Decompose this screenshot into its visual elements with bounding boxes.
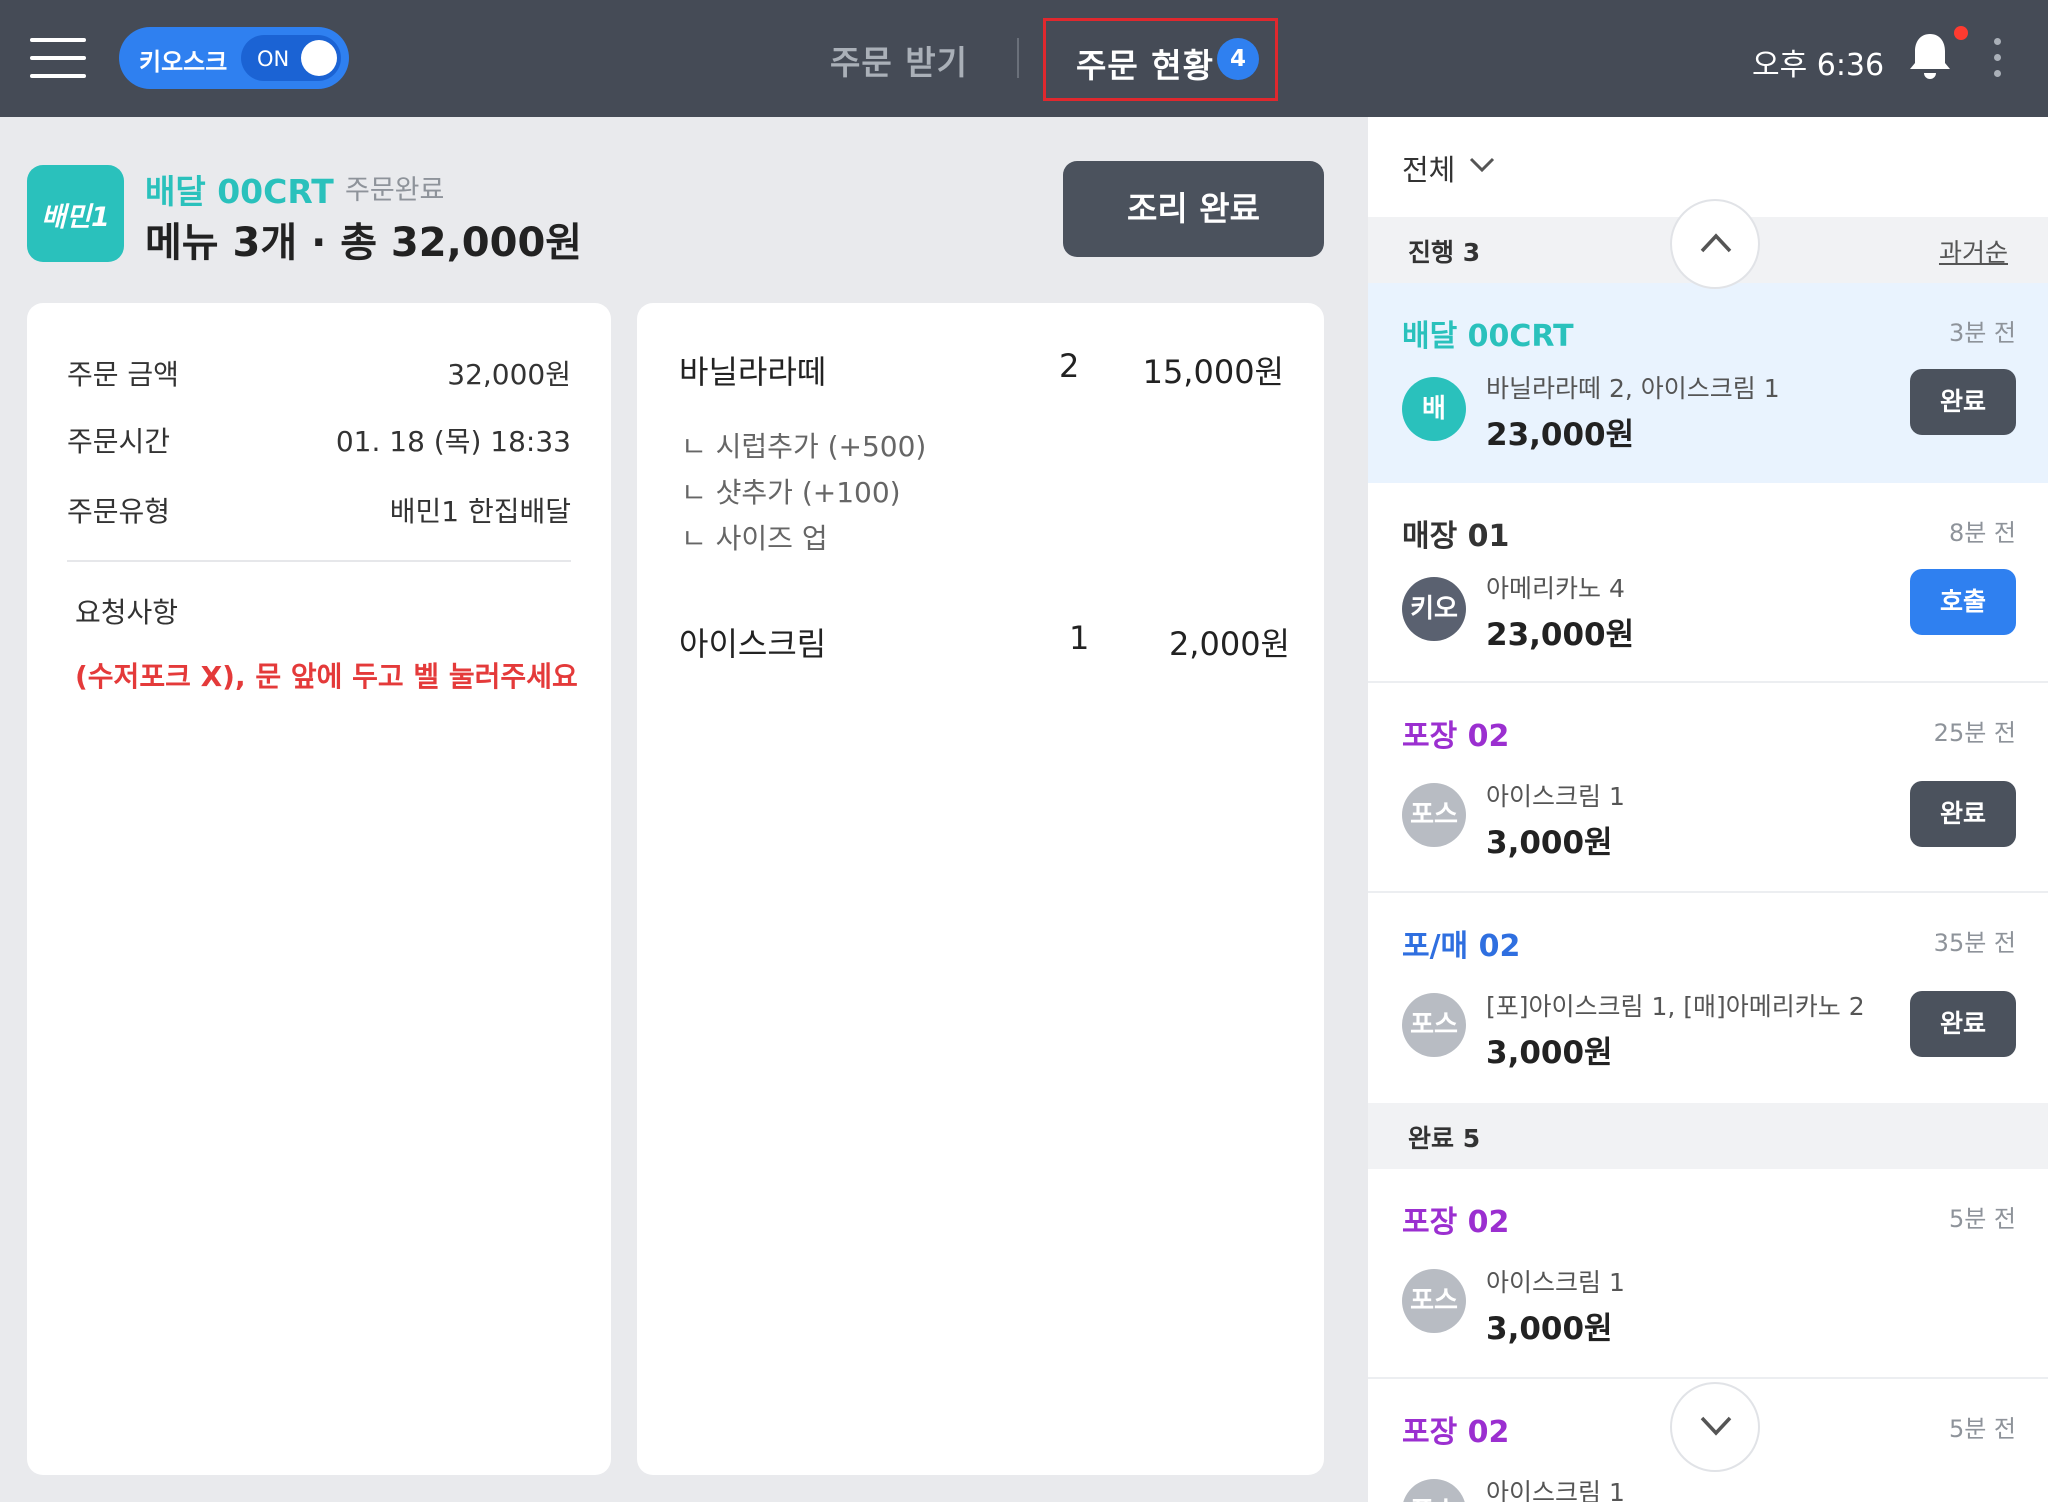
item-title: 포장 02 <box>1402 719 1510 754</box>
item-title: 배달 00CRT <box>1402 319 1574 354</box>
info-row-amount: 주문 금액 32,000원 <box>67 353 571 393</box>
item-time: 3분 전 <box>1948 319 2016 347</box>
order-type-title: 배달 00CRT <box>145 172 334 211</box>
item-time: 25분 전 <box>1933 719 2016 747</box>
switch-knob <box>301 40 337 76</box>
item-menu: [포]아이스크림 1, [매]아메리카노 2 <box>1486 992 1865 1021</box>
avatar: 키오 <box>1402 577 1466 641</box>
item-menu: 아이스크림 1 <box>1486 782 1625 811</box>
top-bar: 키오스크 ON 주문 받기 주문 현황 4 오후 6:36 <box>0 0 2048 117</box>
kind-value: 배민1 한집배달 <box>389 495 571 528</box>
hamburger-icon[interactable] <box>30 38 86 78</box>
info-row-kind: 주문유형 배민1 한집배달 <box>67 490 571 530</box>
tab-order-status[interactable]: 주문 현황 4 <box>1043 18 1278 101</box>
time-label: 주문시간 <box>67 425 171 458</box>
kind-label: 주문유형 <box>67 495 171 528</box>
baemin-logo: 배민1 <box>27 165 124 262</box>
item-menu: 아이스크림 1 <box>1486 1478 1625 1502</box>
complete-button[interactable]: 완료 <box>1910 781 2016 847</box>
amount-label: 주문 금액 <box>67 358 179 391</box>
kiosk-switch-state: ON <box>257 47 290 71</box>
menu-item-name: 바닐라라떼 <box>679 353 827 391</box>
order-info-card: 주문 금액 32,000원 주문시간 01. 18 (목) 18:33 주문유형… <box>27 303 611 1475</box>
menu-option: ㄴ 사이즈 업 <box>681 522 828 555</box>
filter-dropdown[interactable]: 전체 <box>1402 147 1455 189</box>
divider <box>67 560 571 562</box>
item-title: 포장 02 <box>1402 1415 1510 1450</box>
order-state: 주문완료 <box>345 175 445 206</box>
avatar: 포스 <box>1402 1269 1466 1333</box>
item-price: 23,000원 <box>1486 417 1635 453</box>
list-item[interactable]: 배달 00CRT 3분 전 배 바닐라라떼 2, 아이스크림 1 23,000원… <box>1368 283 2048 483</box>
chevron-down-icon <box>1700 1416 1732 1436</box>
sort-past-link[interactable]: 과거순 <box>1939 233 2008 269</box>
item-time: 5분 전 <box>1948 1415 2016 1443</box>
done-label: 완료 5 <box>1408 1124 1481 1153</box>
menu-item-qty: 1 <box>1069 619 1090 657</box>
item-time: 8분 전 <box>1948 519 2016 547</box>
order-list-panel: 전체 진행 3 과거순 배달 00CRT 3분 전 배 바닐라라떼 2, 아이스… <box>1368 117 2048 1502</box>
request-text: (수저포크 X), 문 앞에 두고 벨 눌러주세요 <box>75 660 578 693</box>
item-title: 매장 01 <box>1402 519 1510 554</box>
order-count-badge: 4 <box>1217 38 1259 80</box>
complete-button[interactable]: 완료 <box>1910 991 2016 1057</box>
avatar: 배 <box>1402 377 1466 441</box>
menu-option: ㄴ 시럽추가 (+500) <box>681 430 927 463</box>
item-price: 3,000원 <box>1486 825 1613 861</box>
item-menu: 아메리카노 4 <box>1486 574 1625 603</box>
item-time: 5분 전 <box>1948 1205 2016 1233</box>
list-item[interactable]: 포장 02 25분 전 포스 아이스크림 1 3,000원 완료 <box>1368 683 2048 893</box>
avatar: 포스 <box>1402 1479 1466 1502</box>
clock: 오후 6:36 <box>1752 48 1885 83</box>
baemin-logo-text: 배민1 <box>41 202 110 233</box>
order-summary: 메뉴 3개 · 총 32,000원 <box>145 220 583 266</box>
more-vertical-icon[interactable] <box>1994 38 2002 78</box>
request-label: 요청사항 <box>75 596 179 629</box>
scroll-down-button[interactable] <box>1670 1382 1760 1472</box>
list-item[interactable]: 매장 01 8분 전 키오 아메리카노 4 23,000원 호출 <box>1368 483 2048 683</box>
tab-divider <box>1017 38 1019 78</box>
tab-order-receive[interactable]: 주문 받기 <box>830 36 968 84</box>
notification-dot <box>1954 26 1968 40</box>
amount-value: 32,000원 <box>447 358 571 391</box>
menu-item-price: 2,000원 <box>1168 625 1290 663</box>
item-price: 3,000원 <box>1486 1035 1613 1071</box>
scroll-up-button[interactable] <box>1670 199 1760 289</box>
cook-done-button[interactable]: 조리 완료 <box>1063 161 1324 257</box>
kiosk-label: 키오스크 <box>139 48 228 76</box>
in-progress-label: 진행 3 <box>1408 238 1481 267</box>
list-item[interactable]: 포장 02 5분 전 포스 아이스크림 1 3,000원 <box>1368 1169 2048 1379</box>
info-row-time: 주문시간 01. 18 (목) 18:33 <box>67 420 571 460</box>
avatar: 포스 <box>1402 993 1466 1057</box>
item-title: 포/매 02 <box>1402 929 1521 964</box>
kiosk-switch[interactable]: ON <box>241 35 341 81</box>
item-time: 35분 전 <box>1933 929 2016 957</box>
tab-order-status-label: 주문 현황 <box>1076 46 1214 85</box>
section-done: 완료 5 <box>1368 1103 2048 1169</box>
item-menu: 바닐라라떼 2, 아이스크림 1 <box>1486 374 1780 403</box>
list-item[interactable]: 포/매 02 35분 전 포스 [포]아이스크림 1, [매]아메리카노 2 3… <box>1368 893 2048 1103</box>
chevron-up-icon <box>1700 233 1732 253</box>
time-value: 01. 18 (목) 18:33 <box>335 425 571 458</box>
chevron-down-icon[interactable] <box>1469 157 1495 173</box>
avatar: 포스 <box>1402 783 1466 847</box>
complete-button[interactable]: 완료 <box>1910 369 2016 435</box>
menu-item-name: 아이스크림 <box>679 625 827 663</box>
call-button[interactable]: 호출 <box>1910 569 2016 635</box>
menu-item-price: 15,000원 <box>1142 353 1284 391</box>
item-price: 3,000원 <box>1486 1311 1613 1347</box>
kiosk-toggle-pill[interactable]: 키오스크 ON <box>119 27 349 89</box>
item-menu: 아이스크림 1 <box>1486 1268 1625 1297</box>
item-price: 23,000원 <box>1486 617 1635 653</box>
order-menu-card: 바닐라라떼 2 15,000원 ㄴ 시럽추가 (+500) ㄴ 샷추가 (+10… <box>637 303 1324 1475</box>
menu-option: ㄴ 샷추가 (+100) <box>681 476 901 509</box>
menu-item-qty: 2 <box>1059 347 1080 385</box>
item-title: 포장 02 <box>1402 1205 1510 1240</box>
bell-icon[interactable] <box>1906 30 1954 82</box>
